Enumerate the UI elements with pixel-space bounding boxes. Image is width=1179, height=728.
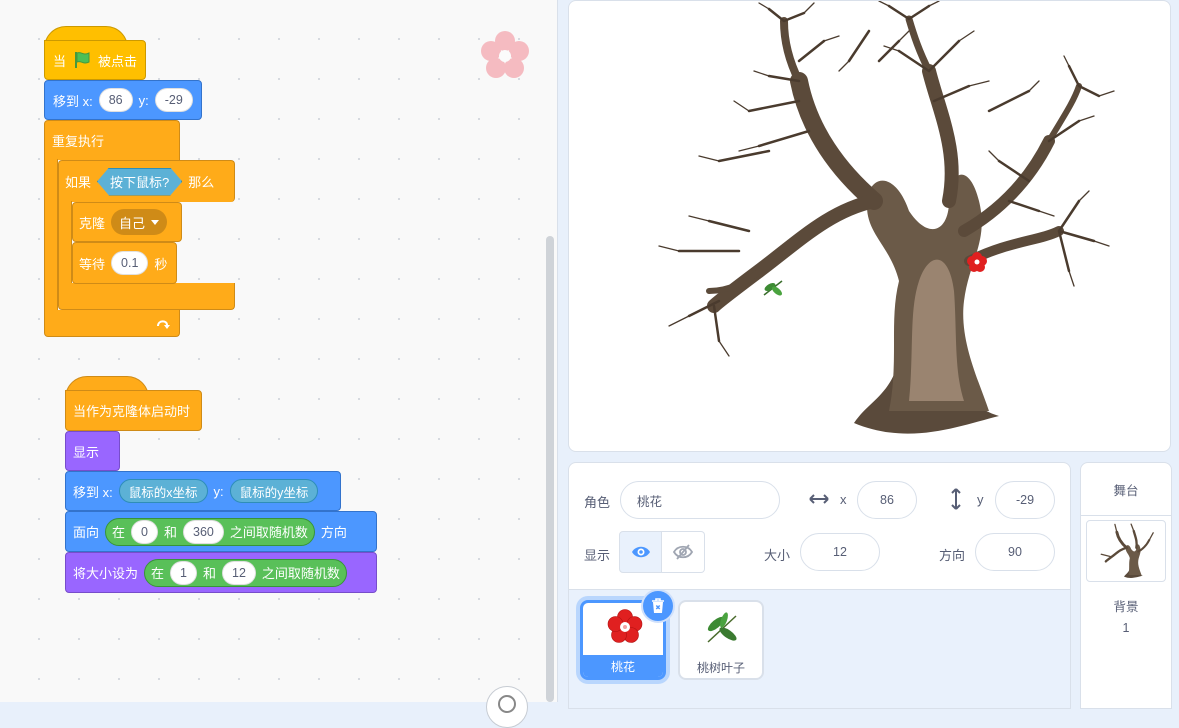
backdrop-thumbnail[interactable] [1086, 520, 1166, 582]
sprite-name-input[interactable]: 桃花 [620, 481, 780, 519]
direction-label: 方向 [320, 525, 347, 540]
mouse-y-reporter[interactable]: 鼠标的y坐标 [229, 479, 319, 503]
x-input[interactable]: 86 [98, 88, 133, 112]
eye-icon [631, 546, 650, 558]
visibility-toggle [619, 531, 705, 573]
eye-slash-icon [673, 544, 693, 560]
horizontal-arrows-icon [809, 494, 829, 504]
direction-input[interactable]: 90 [975, 533, 1055, 571]
random-in-label: 在 [112, 525, 126, 540]
x-position-input[interactable]: 86 [857, 481, 917, 519]
mouse-x-reporter[interactable]: 鼠标的x坐标 [118, 479, 208, 503]
wait-label: 等待 [79, 256, 106, 272]
peach-blossom-icon [607, 609, 643, 643]
random-from-input[interactable]: 0 [131, 519, 158, 544]
y-label: y: [138, 92, 149, 108]
random-to-input[interactable]: 12 [222, 560, 256, 585]
sprite-tile-peach-leaf[interactable]: 桃树叶子 [678, 600, 764, 680]
loop-arrow-icon [157, 320, 170, 329]
goto-label: 移到 x: [53, 93, 93, 109]
wait-seconds-input[interactable]: 0.1 [111, 251, 149, 275]
clone-target-value: 自己 [119, 215, 146, 231]
create-clone-block[interactable]: 克隆 自己 [72, 202, 182, 242]
if-footer [58, 283, 235, 310]
code-area[interactable]: 当 被点击 移到 x: 86 y: -29 重复执行 如果 按下鼠标? 那么 克… [0, 0, 558, 728]
hide-sprite-button[interactable] [662, 531, 705, 573]
sprite-tile-name: 桃树叶子 [696, 660, 745, 675]
green-flag-icon [75, 52, 90, 68]
show-label: 显示 [73, 444, 100, 460]
tree-thumbnail-image [1100, 523, 1154, 578]
clone-target-dropdown[interactable]: 自己 [111, 209, 168, 235]
random-in-label: 在 [151, 566, 165, 581]
if-label: 如果 [65, 175, 92, 190]
y-label: y [977, 492, 984, 507]
then-label: 那么 [188, 175, 215, 190]
sprite-tile-name: 桃花 [583, 655, 663, 677]
set-size-block[interactable]: 将大小设为 在 1 和 12 之间取随机数 [65, 552, 377, 593]
direction-label: 方向 [939, 548, 966, 563]
forever-block[interactable]: 重复执行 [44, 120, 180, 160]
random-and-label: 和 [202, 566, 216, 581]
random-between-label: 之间取随机数 [261, 566, 340, 581]
when-flag-clicked-block[interactable]: 当 被点击 [44, 40, 146, 80]
random-and-label: 和 [163, 525, 177, 540]
show-sprite-button[interactable] [619, 531, 662, 573]
stage[interactable] [568, 0, 1171, 452]
when-label: 当 [53, 53, 67, 69]
leaf-icon [707, 612, 737, 643]
forever-arm [44, 159, 58, 311]
stage-title: 舞台 [1081, 463, 1171, 516]
point-in-direction-block[interactable]: 面向 在 0 和 360 之间取随机数 方向 [65, 511, 377, 552]
clicked-label: 被点击 [98, 53, 138, 69]
delete-sprite-button[interactable] [641, 589, 675, 623]
stage-selector-panel[interactable]: 舞台 背景 1 [1080, 462, 1172, 709]
goto-xy-block[interactable]: 移到 x: 鼠标的x坐标 y: 鼠标的y坐标 [65, 471, 341, 511]
seconds-label: 秒 [154, 256, 168, 272]
if-arm [58, 201, 72, 284]
chevron-down-icon [151, 219, 160, 225]
wait-block[interactable]: 等待 0.1 秒 [72, 242, 177, 284]
point-label: 面向 [73, 525, 100, 540]
goto-label: 移到 x: [73, 484, 113, 500]
random-to-input[interactable]: 360 [183, 519, 224, 544]
when-clone-starts-block[interactable]: 当作为克隆体启动时 [65, 390, 202, 431]
random-from-input[interactable]: 1 [170, 560, 197, 585]
goto-xy-block[interactable]: 移到 x: 86 y: -29 [44, 80, 202, 120]
current-sprite-watermark-icon [481, 31, 529, 78]
pick-random-reporter[interactable]: 在 1 和 12 之间取随机数 [144, 558, 347, 587]
show-label: 显示 [584, 548, 611, 563]
x-label: x [840, 492, 847, 507]
backdrop-count: 1 [1122, 621, 1130, 635]
show-block[interactable]: 显示 [65, 431, 120, 471]
sprite-info-panel: 角色 桃花 x 86 y -29 显示 大小 12 方向 90 桃花 桃树叶子 [568, 462, 1071, 709]
vertical-arrows-icon [951, 488, 961, 510]
clone-label: 克隆 [79, 215, 106, 231]
backdrops-label: 背景 [1113, 600, 1139, 614]
random-between-label: 之间取随机数 [229, 525, 308, 540]
if-then-block[interactable]: 如果 按下鼠标? 那么 [58, 160, 235, 202]
y-input[interactable]: -29 [154, 88, 193, 112]
size-label: 大小 [764, 548, 791, 563]
mouse-down-sensing-reporter[interactable]: 按下鼠标? [97, 168, 182, 196]
y-position-input[interactable]: -29 [995, 481, 1055, 519]
y-label: y: [213, 483, 224, 499]
zoom-in-button[interactable] [486, 686, 528, 728]
forever-footer [44, 310, 180, 337]
set-size-label: 将大小设为 [73, 566, 139, 581]
code-area-scrollbar[interactable] [546, 236, 554, 702]
trash-icon [652, 598, 664, 613]
when-clone-starts-label: 当作为克隆体启动时 [73, 404, 191, 419]
leaf-sprite-on-stage [763, 280, 783, 296]
forever-label: 重复执行 [52, 134, 105, 149]
size-input[interactable]: 12 [800, 533, 880, 571]
sprite-label: 角色 [584, 495, 611, 510]
pick-random-reporter[interactable]: 在 0 和 360 之间取随机数 [105, 517, 315, 546]
mouse-down-label: 按下鼠标? [110, 175, 170, 190]
tree-backdrop-image [658, 1, 1115, 434]
